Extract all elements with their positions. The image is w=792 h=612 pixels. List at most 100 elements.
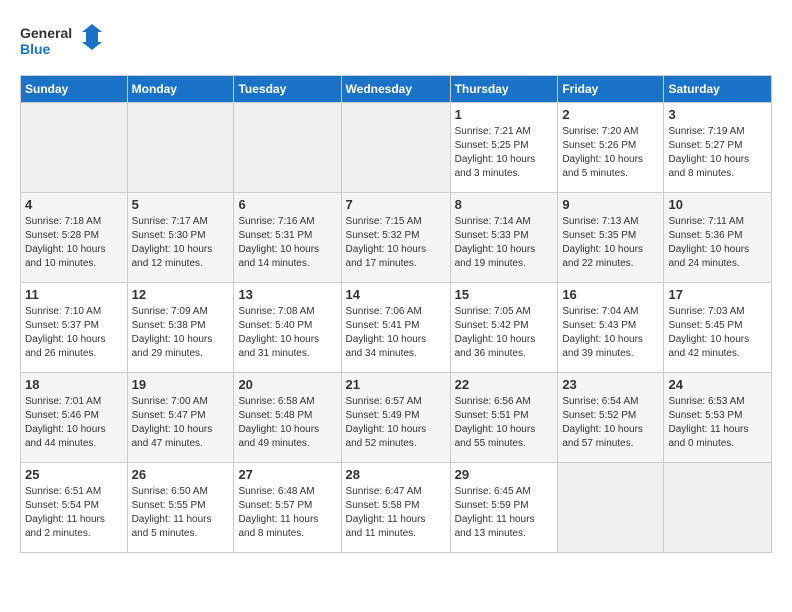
day-number: 20 bbox=[238, 377, 336, 392]
day-info: Sunrise: 7:18 AM Sunset: 5:28 PM Dayligh… bbox=[25, 215, 123, 271]
day-info: Sunrise: 7:01 AM Sunset: 5:46 PM Dayligh… bbox=[25, 395, 123, 451]
day-number: 9 bbox=[562, 197, 659, 212]
calendar-cell: 22 Sunrise: 6:56 AM Sunset: 5:51 PM Dayli… bbox=[450, 373, 558, 463]
day-info: Sunrise: 6:48 AM Sunset: 5:57 PM Dayligh… bbox=[238, 485, 336, 541]
day-info: Sunrise: 7:04 AM Sunset: 5:43 PM Dayligh… bbox=[562, 305, 659, 361]
day-info: Sunrise: 6:50 AM Sunset: 5:55 PM Dayligh… bbox=[132, 485, 230, 541]
week-row-2: 4 Sunrise: 7:18 AM Sunset: 5:28 PM Daylig… bbox=[21, 193, 772, 283]
day-number: 7 bbox=[346, 197, 446, 212]
day-number: 17 bbox=[668, 287, 767, 302]
day-number: 25 bbox=[25, 467, 123, 482]
calendar-cell: 6 Sunrise: 7:16 AM Sunset: 5:31 PM Daylig… bbox=[234, 193, 341, 283]
calendar-table: SundayMondayTuesdayWednesdayThursdayFrid… bbox=[20, 75, 772, 553]
day-number: 13 bbox=[238, 287, 336, 302]
calendar-cell: 26 Sunrise: 6:50 AM Sunset: 5:55 PM Dayli… bbox=[127, 463, 234, 553]
day-info: Sunrise: 7:15 AM Sunset: 5:32 PM Dayligh… bbox=[346, 215, 446, 271]
calendar-cell: 27 Sunrise: 6:48 AM Sunset: 5:57 PM Dayli… bbox=[234, 463, 341, 553]
day-number: 28 bbox=[346, 467, 446, 482]
day-number: 16 bbox=[562, 287, 659, 302]
day-number: 19 bbox=[132, 377, 230, 392]
day-info: Sunrise: 7:05 AM Sunset: 5:42 PM Dayligh… bbox=[455, 305, 554, 361]
day-info: Sunrise: 7:09 AM Sunset: 5:38 PM Dayligh… bbox=[132, 305, 230, 361]
day-number: 18 bbox=[25, 377, 123, 392]
calendar-cell: 14 Sunrise: 7:06 AM Sunset: 5:41 PM Dayli… bbox=[341, 283, 450, 373]
calendar-cell: 15 Sunrise: 7:05 AM Sunset: 5:42 PM Dayli… bbox=[450, 283, 558, 373]
day-number: 3 bbox=[668, 107, 767, 122]
day-number: 1 bbox=[455, 107, 554, 122]
logo-svg: GeneralBlue bbox=[20, 20, 110, 65]
day-info: Sunrise: 7:20 AM Sunset: 5:26 PM Dayligh… bbox=[562, 125, 659, 181]
week-row-4: 18 Sunrise: 7:01 AM Sunset: 5:46 PM Dayli… bbox=[21, 373, 772, 463]
calendar-cell: 2 Sunrise: 7:20 AM Sunset: 5:26 PM Daylig… bbox=[558, 103, 664, 193]
day-info: Sunrise: 7:03 AM Sunset: 5:45 PM Dayligh… bbox=[668, 305, 767, 361]
calendar-cell: 4 Sunrise: 7:18 AM Sunset: 5:28 PM Daylig… bbox=[21, 193, 128, 283]
weekday-header-wednesday: Wednesday bbox=[341, 76, 450, 103]
day-number: 12 bbox=[132, 287, 230, 302]
day-number: 4 bbox=[25, 197, 123, 212]
calendar-cell: 21 Sunrise: 6:57 AM Sunset: 5:49 PM Dayli… bbox=[341, 373, 450, 463]
calendar-cell: 28 Sunrise: 6:47 AM Sunset: 5:58 PM Dayli… bbox=[341, 463, 450, 553]
day-number: 24 bbox=[668, 377, 767, 392]
calendar-cell bbox=[234, 103, 341, 193]
day-number: 29 bbox=[455, 467, 554, 482]
day-number: 14 bbox=[346, 287, 446, 302]
day-number: 23 bbox=[562, 377, 659, 392]
day-number: 22 bbox=[455, 377, 554, 392]
calendar-cell: 13 Sunrise: 7:08 AM Sunset: 5:40 PM Dayli… bbox=[234, 283, 341, 373]
calendar-cell bbox=[21, 103, 128, 193]
weekday-header-thursday: Thursday bbox=[450, 76, 558, 103]
calendar-cell: 12 Sunrise: 7:09 AM Sunset: 5:38 PM Dayli… bbox=[127, 283, 234, 373]
weekday-header-tuesday: Tuesday bbox=[234, 76, 341, 103]
day-info: Sunrise: 7:16 AM Sunset: 5:31 PM Dayligh… bbox=[238, 215, 336, 271]
day-number: 27 bbox=[238, 467, 336, 482]
calendar-cell bbox=[558, 463, 664, 553]
day-info: Sunrise: 7:00 AM Sunset: 5:47 PM Dayligh… bbox=[132, 395, 230, 451]
calendar-cell: 1 Sunrise: 7:21 AM Sunset: 5:25 PM Daylig… bbox=[450, 103, 558, 193]
day-info: Sunrise: 7:08 AM Sunset: 5:40 PM Dayligh… bbox=[238, 305, 336, 361]
day-info: Sunrise: 7:19 AM Sunset: 5:27 PM Dayligh… bbox=[668, 125, 767, 181]
day-info: Sunrise: 7:10 AM Sunset: 5:37 PM Dayligh… bbox=[25, 305, 123, 361]
day-info: Sunrise: 7:17 AM Sunset: 5:30 PM Dayligh… bbox=[132, 215, 230, 271]
day-number: 5 bbox=[132, 197, 230, 212]
day-info: Sunrise: 7:14 AM Sunset: 5:33 PM Dayligh… bbox=[455, 215, 554, 271]
weekday-header-friday: Friday bbox=[558, 76, 664, 103]
day-number: 21 bbox=[346, 377, 446, 392]
day-number: 2 bbox=[562, 107, 659, 122]
page-header: GeneralBlue bbox=[20, 20, 772, 65]
day-number: 6 bbox=[238, 197, 336, 212]
calendar-cell: 5 Sunrise: 7:17 AM Sunset: 5:30 PM Daylig… bbox=[127, 193, 234, 283]
calendar-cell: 29 Sunrise: 6:45 AM Sunset: 5:59 PM Dayli… bbox=[450, 463, 558, 553]
day-number: 11 bbox=[25, 287, 123, 302]
calendar-cell: 7 Sunrise: 7:15 AM Sunset: 5:32 PM Daylig… bbox=[341, 193, 450, 283]
day-info: Sunrise: 6:56 AM Sunset: 5:51 PM Dayligh… bbox=[455, 395, 554, 451]
day-info: Sunrise: 6:58 AM Sunset: 5:48 PM Dayligh… bbox=[238, 395, 336, 451]
day-number: 26 bbox=[132, 467, 230, 482]
day-info: Sunrise: 6:57 AM Sunset: 5:49 PM Dayligh… bbox=[346, 395, 446, 451]
calendar-cell: 3 Sunrise: 7:19 AM Sunset: 5:27 PM Daylig… bbox=[664, 103, 772, 193]
calendar-cell: 17 Sunrise: 7:03 AM Sunset: 5:45 PM Dayli… bbox=[664, 283, 772, 373]
calendar-cell bbox=[127, 103, 234, 193]
day-info: Sunrise: 7:13 AM Sunset: 5:35 PM Dayligh… bbox=[562, 215, 659, 271]
day-info: Sunrise: 6:54 AM Sunset: 5:52 PM Dayligh… bbox=[562, 395, 659, 451]
weekday-header-sunday: Sunday bbox=[21, 76, 128, 103]
calendar-cell: 8Sunrise: 7:14 AM Sunset: 5:33 PM Daylig… bbox=[450, 193, 558, 283]
svg-text:General: General bbox=[20, 25, 72, 41]
svg-text:Blue: Blue bbox=[20, 41, 51, 57]
week-row-5: 25 Sunrise: 6:51 AM Sunset: 5:54 PM Dayli… bbox=[21, 463, 772, 553]
day-info: Sunrise: 7:06 AM Sunset: 5:41 PM Dayligh… bbox=[346, 305, 446, 361]
logo: GeneralBlue bbox=[20, 20, 110, 65]
day-info: Sunrise: 7:11 AM Sunset: 5:36 PM Dayligh… bbox=[668, 215, 767, 271]
calendar-cell bbox=[664, 463, 772, 553]
calendar-cell: 9 Sunrise: 7:13 AM Sunset: 5:35 PM Daylig… bbox=[558, 193, 664, 283]
day-info: Sunrise: 6:51 AM Sunset: 5:54 PM Dayligh… bbox=[25, 485, 123, 541]
day-info: Sunrise: 7:21 AM Sunset: 5:25 PM Dayligh… bbox=[455, 125, 554, 181]
weekday-header-monday: Monday bbox=[127, 76, 234, 103]
calendar-cell: 19 Sunrise: 7:00 AM Sunset: 5:47 PM Dayli… bbox=[127, 373, 234, 463]
day-number: 15 bbox=[455, 287, 554, 302]
week-row-1: 1 Sunrise: 7:21 AM Sunset: 5:25 PM Daylig… bbox=[21, 103, 772, 193]
day-info: Sunrise: 6:45 AM Sunset: 5:59 PM Dayligh… bbox=[455, 485, 554, 541]
weekday-header-saturday: Saturday bbox=[664, 76, 772, 103]
day-number: 10 bbox=[668, 197, 767, 212]
weekday-header-row: SundayMondayTuesdayWednesdayThursdayFrid… bbox=[21, 76, 772, 103]
day-info: Sunrise: 6:47 AM Sunset: 5:58 PM Dayligh… bbox=[346, 485, 446, 541]
